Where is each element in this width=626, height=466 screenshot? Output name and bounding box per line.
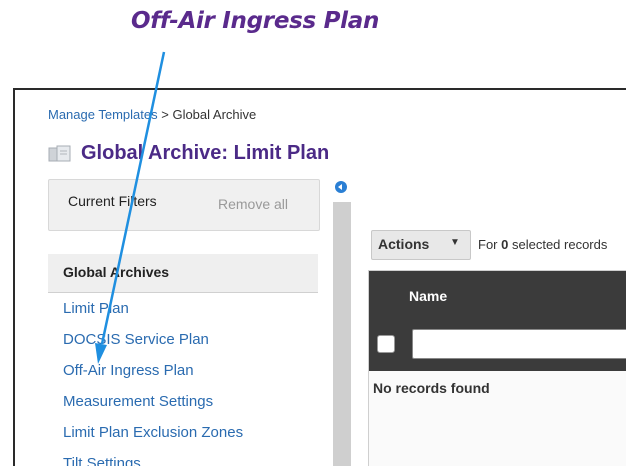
sidebar-item-docsis-service-plan[interactable]: DOCSIS Service Plan — [63, 331, 209, 348]
records-grid: Name No records found — [368, 270, 626, 466]
breadcrumb: Manage Templates > Global Archive — [48, 107, 256, 122]
current-filters-label: Current Filters — [68, 193, 157, 209]
remove-all-link[interactable]: Remove all — [218, 196, 288, 212]
breadcrumb-current: Global Archive — [172, 107, 257, 122]
grid-header: Name — [369, 271, 626, 371]
sidebar-item-limit-plan[interactable]: Limit Plan — [63, 300, 129, 317]
actions-dropdown-button[interactable]: Actions ▼ — [371, 230, 471, 260]
chevron-down-icon: ▼ — [450, 237, 460, 248]
column-header-name[interactable]: Name — [409, 288, 447, 304]
collapse-sidebar-icon[interactable] — [335, 181, 347, 193]
sidebar-scrollbar[interactable] — [333, 202, 351, 466]
current-filters-panel: Current Filters Remove all — [48, 179, 320, 231]
empty-state-text: No records found — [373, 380, 490, 396]
page-title-text: Global Archive: Limit Plan — [81, 142, 330, 164]
sidebar-item-measurement-settings[interactable]: Measurement Settings — [63, 393, 213, 410]
breadcrumb-link-manage-templates[interactable]: Manage Templates — [48, 107, 158, 122]
select-all-checkbox[interactable] — [377, 335, 395, 353]
name-filter-input[interactable] — [412, 329, 626, 359]
selected-suffix: selected records — [511, 237, 608, 252]
sidebar-item-limit-plan-exclusion-zones[interactable]: Limit Plan Exclusion Zones — [63, 424, 243, 441]
actions-label: Actions — [378, 236, 430, 252]
template-icon — [48, 145, 71, 161]
selected-count: 0 — [501, 237, 509, 252]
selected-records-text: For 0 selected records — [478, 237, 607, 252]
global-archives-header: Global Archives — [48, 254, 318, 293]
global-archives-title: Global Archives — [63, 264, 170, 280]
page-title: Global Archive: Limit Plan — [48, 142, 329, 165]
sidebar-item-tilt-settings[interactable]: Tilt Settings — [63, 455, 141, 466]
app-window: Manage Templates > Global Archive Global… — [13, 88, 626, 466]
breadcrumb-separator: > — [161, 107, 169, 122]
callout-label: Off-Air Ingress Plan — [130, 8, 380, 34]
for-prefix: For — [478, 237, 498, 252]
sidebar-item-off-air-ingress-plan[interactable]: Off-Air Ingress Plan — [63, 362, 194, 379]
